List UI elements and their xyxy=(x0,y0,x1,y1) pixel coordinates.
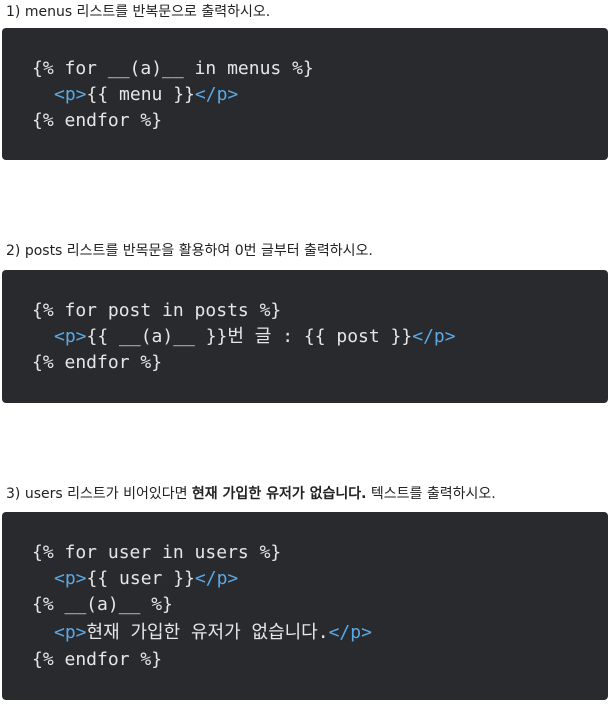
code-line: {% __(a)__ %} xyxy=(32,594,173,615)
code-line: {% endfor %} xyxy=(32,110,163,131)
code-line: {% endfor %} xyxy=(32,649,163,670)
code-line: <p>{{ __(a)__ }}번 글 : {{ post }}</p> xyxy=(54,326,456,347)
code-block-3: {% for user in users %} <p>{{ user }}</p… xyxy=(2,512,608,700)
question-2-text: 2) posts 리스트를 반목문을 활용하여 0번 글부터 출력하시오. xyxy=(6,242,373,260)
code-line: <p>{{ user }}</p> xyxy=(54,568,239,589)
code-line: {% for user in users %} xyxy=(32,542,282,563)
question-1-text: 1) menus 리스트를 반복문으로 출력하시오. xyxy=(6,3,270,21)
question-3-suffix: 텍스트를 출력하시오. xyxy=(366,486,496,502)
code-line: <p>현재 가입한 유저가 없습니다.</p> xyxy=(54,622,372,643)
code-block-2: {% for post in posts %} <p>{{ __(a)__ }}… xyxy=(2,270,608,403)
question-3-prompt: 3) users 리스트가 비어있다면 xyxy=(6,486,192,502)
code-line: {% for post in posts %} xyxy=(32,300,282,321)
code-block-1: {% for __(a)__ in menus %} <p>{{ menu }}… xyxy=(2,28,608,160)
question-3-text: 3) users 리스트가 비어있다면 현재 가입한 유저가 없습니다. 텍스트… xyxy=(6,485,496,503)
question-3-bold-text: 현재 가입한 유저가 없습니다. xyxy=(191,486,367,502)
code-line: {% endfor %} xyxy=(32,352,163,373)
code-line: {% for __(a)__ in menus %} xyxy=(32,58,314,79)
question-2-prompt: 2) posts 리스트를 반목문을 활용하여 0번 글부터 출력하시오. xyxy=(6,243,373,259)
question-1-prompt: 1) menus 리스트를 반복문으로 출력하시오. xyxy=(6,4,271,20)
code-line: <p>{{ menu }}</p> xyxy=(54,84,239,105)
